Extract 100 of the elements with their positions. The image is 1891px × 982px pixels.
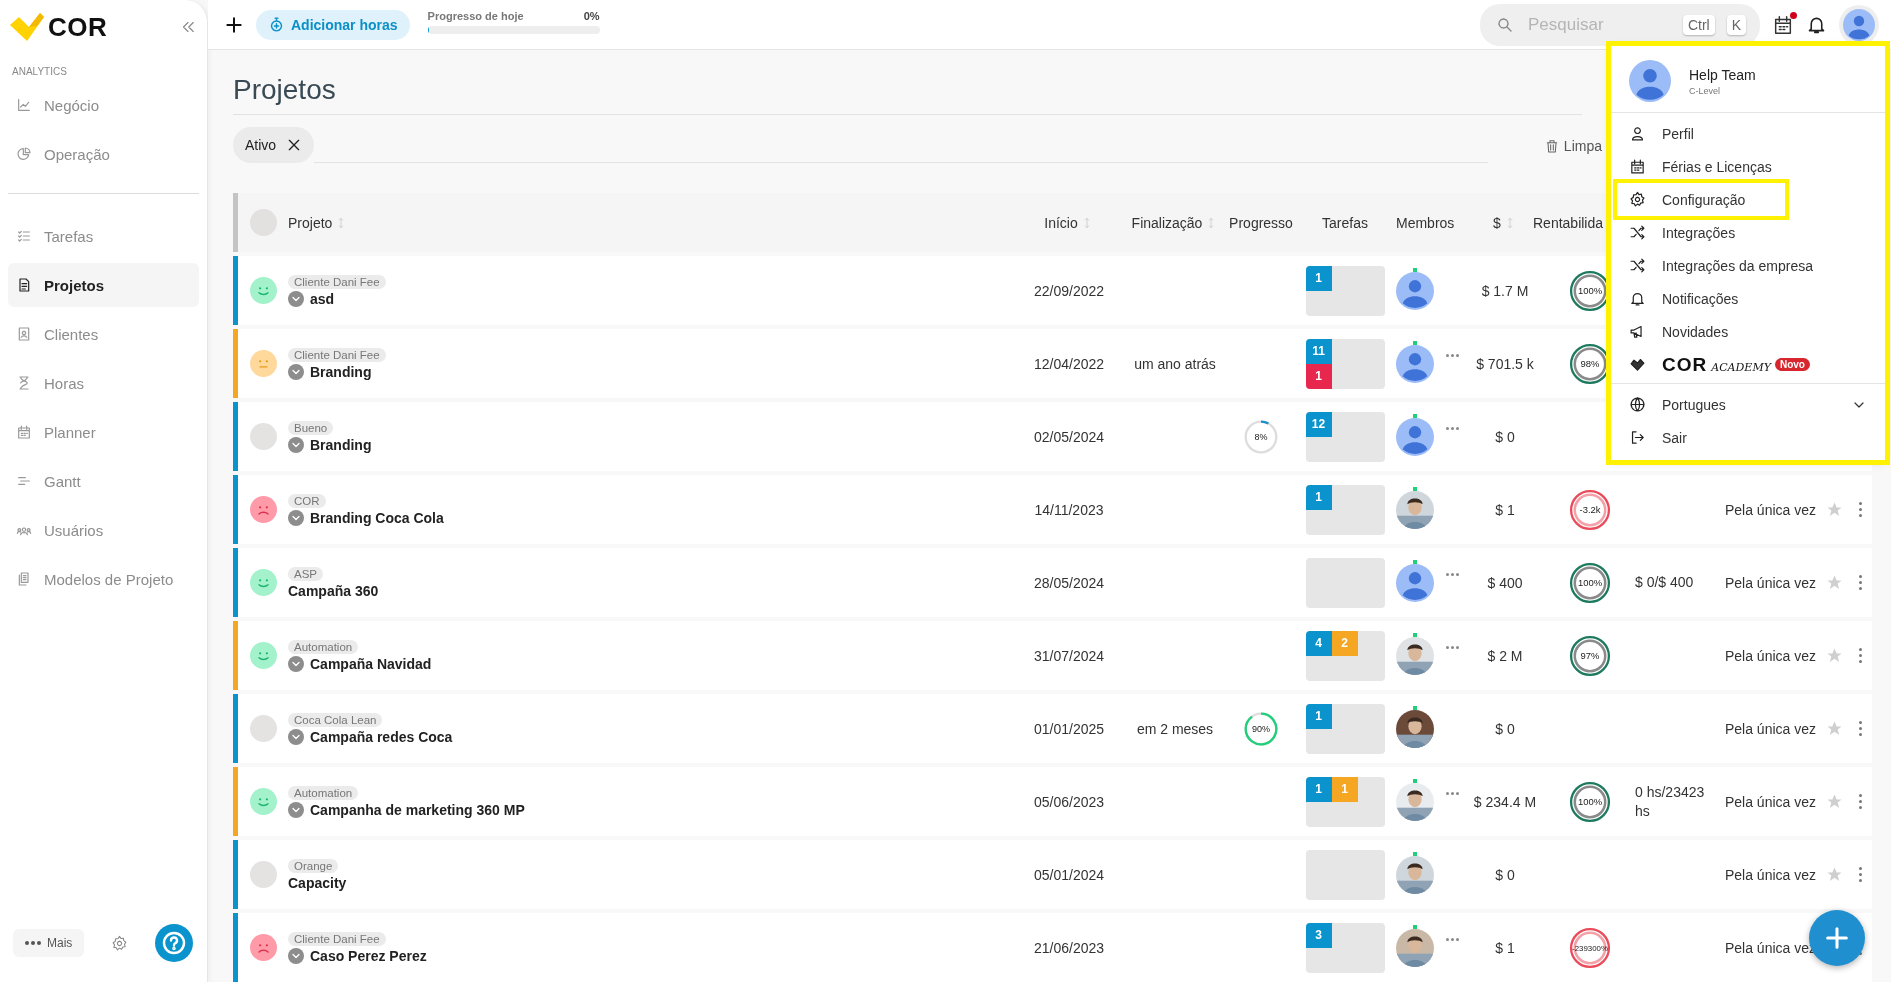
project-name[interactable]: Campaña redes Coca	[310, 728, 453, 745]
progress-value: 0%	[583, 9, 600, 22]
stopwatch-icon	[268, 16, 285, 33]
settings-button[interactable]	[111, 934, 129, 952]
expand-button[interactable]	[288, 728, 304, 745]
mood-face-icon	[249, 934, 277, 961]
menu-item[interactable]: Integrações da empresa	[1617, 249, 1879, 282]
column-header[interactable]: Projeto	[288, 214, 333, 231]
more-members-icon[interactable]	[1446, 791, 1459, 795]
more-members-icon[interactable]	[1446, 353, 1459, 357]
project-name[interactable]: Campanha de marketing 360 MP	[310, 801, 525, 818]
sidebar-item[interactable]: Gantt	[8, 459, 199, 503]
globe-icon	[1629, 396, 1646, 413]
sidebar-item[interactable]: Usuários	[8, 508, 199, 552]
table-cell-text: Pela única vez	[1723, 647, 1817, 664]
calendar-icon	[16, 424, 32, 440]
project-name[interactable]: Branding	[310, 436, 372, 453]
count-badge: 11	[1305, 338, 1332, 364]
expand-button[interactable]	[288, 655, 304, 672]
profitability-ring: 100%	[1569, 780, 1611, 823]
table-cell-text: 05/01/2024	[1032, 866, 1106, 883]
project-name[interactable]: Branding	[310, 363, 372, 380]
search-input[interactable]: Pesquisar	[1526, 13, 1671, 36]
menu-item[interactable]: Perfil	[1617, 117, 1879, 150]
more-options-button[interactable]	[1858, 575, 1862, 590]
expand-button[interactable]	[288, 290, 304, 307]
logo-icon	[10, 13, 44, 41]
language-select[interactable]: Portugues	[1617, 388, 1879, 421]
task-counter[interactable]: 11 1	[1305, 338, 1385, 389]
count-badge: 3	[1305, 922, 1332, 948]
menu-item[interactable]: Notificações	[1617, 282, 1879, 315]
column-header[interactable]: Membros	[1396, 214, 1455, 231]
more-options-button[interactable]	[1858, 721, 1862, 736]
search-icon	[1496, 15, 1514, 34]
chart-icon	[16, 97, 32, 113]
documents-icon	[16, 571, 32, 587]
table-cell-text: $ 701.5 k	[1475, 355, 1535, 372]
column-header[interactable]: Progresso	[1229, 214, 1293, 231]
heart-icon	[1629, 356, 1646, 373]
column-header[interactable]: Rentabilida	[1533, 214, 1604, 231]
project-name[interactable]: Branding Coca Cola	[310, 509, 444, 526]
expand-button[interactable]	[288, 801, 304, 818]
project-name[interactable]: Campaña Navidad	[310, 655, 432, 672]
star-icon	[1825, 647, 1843, 664]
more-options-button[interactable]	[1858, 867, 1862, 882]
menu-item[interactable]: Novidades	[1617, 315, 1879, 348]
more-members-icon[interactable]	[1446, 937, 1459, 941]
project-name[interactable]: Caso Perez Perez	[310, 947, 427, 964]
more-options-button[interactable]	[1858, 502, 1862, 517]
table-cell-text: Pela única vez	[1723, 574, 1817, 591]
column-header[interactable]: $	[1493, 214, 1501, 231]
sidebar-item[interactable]: Horas	[8, 361, 199, 405]
section-label: ANALYTICS	[12, 66, 68, 77]
more-members-icon[interactable]	[1446, 426, 1459, 430]
plus-icon	[224, 14, 244, 35]
more-options-button[interactable]	[1858, 794, 1862, 809]
document-icon	[16, 277, 32, 293]
search-field[interactable]: Pesquisar Ctrl K	[1480, 3, 1760, 46]
sidebar-item[interactable]: Negócio	[8, 83, 199, 127]
settings-icon	[111, 934, 129, 952]
sidebar-item[interactable]: Projetos	[8, 263, 199, 307]
menu-item[interactable]: Integrações	[1617, 216, 1879, 249]
client-tag: Bueno	[288, 420, 334, 435]
column-header[interactable]: Início	[1044, 214, 1078, 231]
person-icon	[1629, 125, 1646, 142]
column-header[interactable]: Tarefas	[1322, 214, 1368, 231]
column-header[interactable]: Finalização	[1131, 214, 1203, 231]
table-cell-text: 21/06/2023	[1032, 939, 1106, 956]
table-cell-text: $ 400	[1486, 574, 1524, 591]
more-members-icon[interactable]	[1446, 572, 1459, 576]
expand-button[interactable]	[288, 947, 304, 964]
project-name[interactable]: Campaña 360	[288, 582, 379, 599]
menu-item[interactable]: COR ACADEMY Novo	[1617, 348, 1879, 381]
progress-label: Progresso de hoje	[427, 9, 524, 22]
expand-button[interactable]	[288, 363, 304, 380]
help-button[interactable]	[155, 924, 193, 962]
calendar-icon	[1629, 158, 1646, 175]
star-icon	[1825, 501, 1843, 518]
add-button[interactable]	[224, 14, 244, 35]
menu-item[interactable]: Configuração	[1617, 183, 1785, 216]
logo-text: COR	[48, 11, 108, 43]
project-name[interactable]: Capacity	[288, 874, 347, 891]
star-icon	[1825, 793, 1843, 810]
checklist-icon	[16, 228, 32, 244]
more-button[interactable]: Mais	[13, 929, 85, 957]
filter-chip[interactable]: Ativo	[233, 127, 315, 164]
help-icon	[162, 931, 186, 955]
more-members-icon[interactable]	[1446, 645, 1459, 649]
count-badge: 1	[1305, 776, 1332, 802]
more-options-button[interactable]	[1858, 648, 1862, 663]
user-avatar-icon	[1843, 8, 1875, 41]
clear-filters-button[interactable]: Limpa	[1543, 138, 1602, 155]
expand-button[interactable]	[288, 509, 304, 526]
settings-icon	[1629, 191, 1646, 208]
menu-item[interactable]: Sair	[1617, 421, 1879, 454]
project-name[interactable]: asd	[310, 290, 335, 307]
calendar-button[interactable]	[1772, 13, 1794, 36]
menu-item[interactable]: Férias e Licenças	[1617, 150, 1879, 183]
count-badge: 1	[1305, 265, 1332, 291]
expand-button[interactable]	[288, 436, 304, 453]
